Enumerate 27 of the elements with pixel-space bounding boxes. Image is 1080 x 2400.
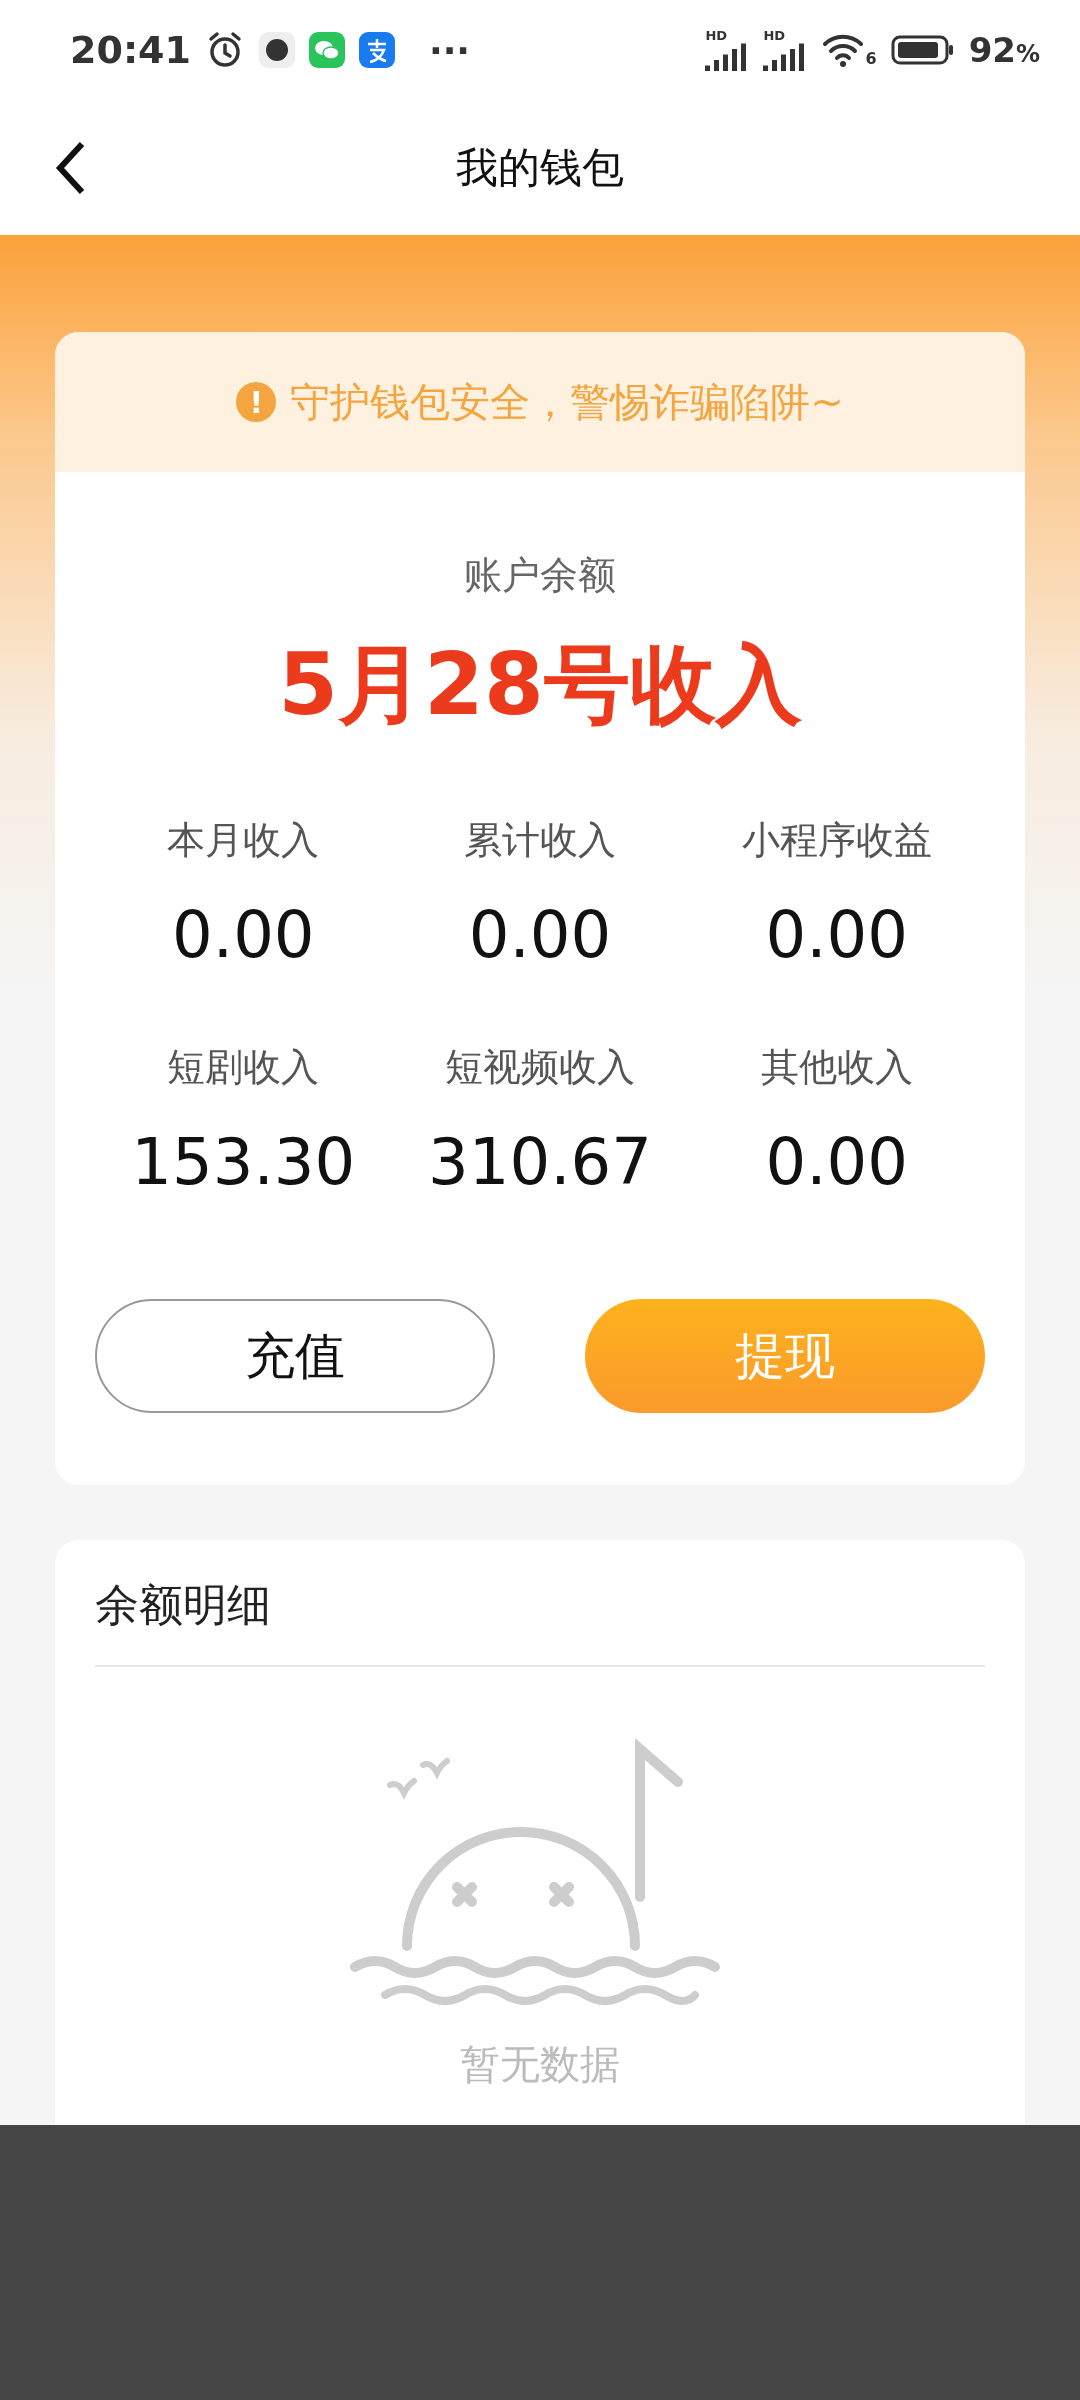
- page-title: 我的钱包: [456, 141, 624, 194]
- stat-value: 0.00: [468, 898, 612, 972]
- battery-percent: 92%: [968, 30, 1040, 70]
- pay-app-icon: [358, 32, 395, 68]
- stat-value: 0.00: [765, 1125, 908, 1199]
- stat-label: 短视频收入: [445, 1044, 635, 1091]
- empty-text: 暂无数据: [460, 2040, 620, 2089]
- more-notifications: ···: [428, 29, 470, 71]
- status-time: 20:41: [70, 28, 191, 72]
- recharge-button[interactable]: 充值: [95, 1299, 495, 1413]
- stat-label: 累计收入: [464, 817, 616, 864]
- notice-text: 守护钱包安全，警惕诈骗陷阱~: [290, 377, 844, 427]
- stat-value: 153.30: [131, 1125, 356, 1199]
- warning-icon: !: [236, 382, 277, 422]
- stat-label: 小程序收益: [741, 817, 932, 864]
- battery-icon: [890, 34, 955, 66]
- chat-app-icon: [308, 32, 345, 68]
- app-icon: [258, 32, 295, 68]
- overlay-caption: 5月28号收入: [278, 632, 802, 736]
- balance-label: 账户余额: [463, 552, 617, 599]
- details-title: 余额明细: [95, 1540, 985, 1667]
- stat-value: 310.67: [428, 1125, 652, 1199]
- stat-label: 其他收入: [760, 1044, 913, 1091]
- stat-label: 本月收入: [167, 817, 320, 864]
- stat-value: 0.00: [765, 898, 908, 972]
- stat-value: 0.00: [172, 898, 315, 972]
- stat-label: 短剧收入: [167, 1044, 320, 1091]
